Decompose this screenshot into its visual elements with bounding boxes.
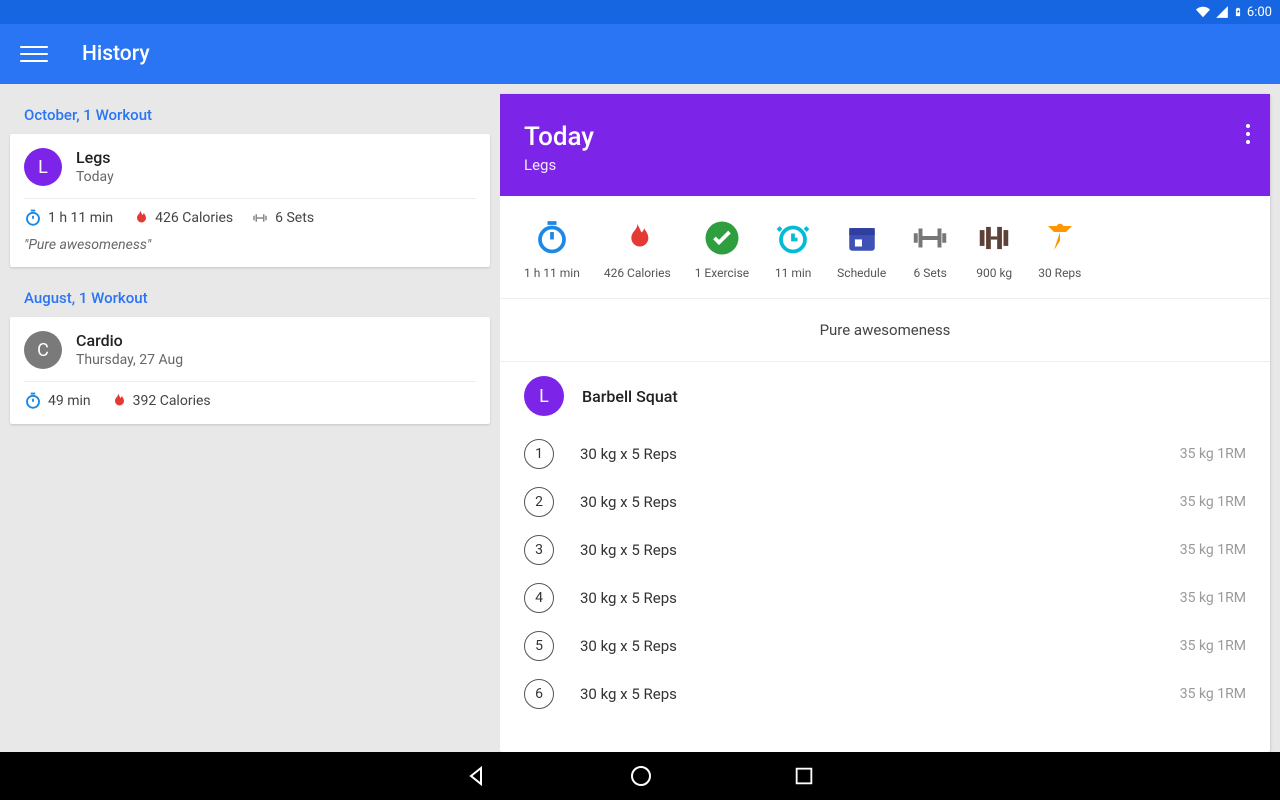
- one-rep-max: 35 kg 1RM: [1180, 494, 1246, 510]
- calendar-icon: [842, 218, 882, 258]
- exercise-name: Barbell Squat: [582, 387, 678, 406]
- back-button[interactable]: [465, 764, 489, 788]
- set-text: 30 kg x 5 Reps: [580, 637, 1180, 655]
- sets-label: 6 Sets: [275, 210, 314, 226]
- toolbar: History: [0, 24, 1280, 84]
- set-row[interactable]: 4 30 kg x 5 Reps35 kg 1RM: [524, 574, 1246, 622]
- metric-weight: 900 kg: [974, 266, 1014, 280]
- metric-calories: 426 Calories: [604, 266, 671, 280]
- fire-icon: [131, 209, 149, 227]
- metric-schedule: Schedule: [837, 266, 886, 280]
- workout-card-legs[interactable]: L Legs Today 1 h 11 min 426 Calories 6 S…: [10, 134, 490, 267]
- history-list: October, 1 Workout L Legs Today 1 h 11 m…: [0, 84, 500, 752]
- set-row[interactable]: 2 30 kg x 5 Reps35 kg 1RM: [524, 478, 1246, 526]
- fire-icon: [109, 392, 127, 410]
- person-lift-icon: [1040, 218, 1080, 258]
- barbell-icon: [974, 218, 1014, 258]
- metric-sets: 6 Sets: [910, 266, 950, 280]
- set-text: 30 kg x 5 Reps: [580, 541, 1180, 559]
- check-circle-icon: [702, 218, 742, 258]
- set-number: 2: [524, 487, 554, 517]
- calories-label: 392 Calories: [133, 393, 211, 409]
- workout-title: Legs: [76, 148, 114, 167]
- one-rep-max: 35 kg 1RM: [1180, 542, 1246, 558]
- set-text: 30 kg x 5 Reps: [580, 493, 1180, 511]
- one-rep-max: 35 kg 1RM: [1180, 686, 1246, 702]
- set-number: 1: [524, 439, 554, 469]
- home-button[interactable]: [629, 764, 653, 788]
- set-number: 5: [524, 631, 554, 661]
- divider: [24, 198, 476, 199]
- exercise-header[interactable]: L Barbell Squat: [500, 361, 1270, 430]
- fire-icon: [617, 218, 657, 258]
- set-text: 30 kg x 5 Reps: [580, 685, 1180, 703]
- duration-label: 1 h 11 min: [48, 210, 113, 226]
- dumbbell-icon: [910, 218, 950, 258]
- exercise-avatar: L: [524, 376, 564, 416]
- workout-title: Cardio: [76, 331, 183, 350]
- detail-header: Today Legs: [500, 94, 1270, 196]
- set-row[interactable]: 3 30 kg x 5 Reps35 kg 1RM: [524, 526, 1246, 574]
- one-rep-max: 35 kg 1RM: [1180, 638, 1246, 654]
- workout-subtitle: Thursday, 27 Aug: [76, 352, 183, 368]
- section-header: October, 1 Workout: [10, 94, 490, 134]
- menu-icon[interactable]: [20, 40, 48, 68]
- metric-exercises: 1 Exercise: [695, 266, 749, 280]
- status-bar: 6:00: [0, 0, 1280, 24]
- workout-subtitle: Today: [76, 169, 114, 185]
- cell-signal-icon: [1215, 5, 1229, 19]
- stopwatch-icon: [532, 218, 572, 258]
- battery-charging-icon: [1233, 4, 1243, 20]
- metric-duration: 1 h 11 min: [524, 266, 580, 280]
- one-rep-max: 35 kg 1RM: [1180, 590, 1246, 606]
- set-text: 30 kg x 5 Reps: [580, 589, 1180, 607]
- set-number: 4: [524, 583, 554, 613]
- divider: [24, 381, 476, 382]
- set-number: 3: [524, 535, 554, 565]
- workout-avatar: C: [24, 331, 62, 369]
- calories-label: 426 Calories: [155, 210, 233, 226]
- sets-list: 130 kg x 5 Reps35 kg 1RM 230 kg x 5 Reps…: [500, 430, 1270, 752]
- stopwatch-icon: [24, 209, 42, 227]
- section-header: August, 1 Workout: [10, 277, 490, 317]
- stopwatch-icon: [24, 392, 42, 410]
- page-title: History: [82, 42, 150, 66]
- set-row[interactable]: 1 30 kg x 5 Reps35 kg 1RM: [524, 430, 1246, 478]
- set-row[interactable]: 6 30 kg x 5 Reps35 kg 1RM: [524, 670, 1246, 718]
- more-options-icon[interactable]: [1246, 124, 1250, 144]
- workout-avatar: L: [24, 148, 62, 186]
- detail-title: Today: [524, 122, 1246, 152]
- workout-card-cardio[interactable]: C Cardio Thursday, 27 Aug 49 min 392 Cal…: [10, 317, 490, 424]
- recent-apps-button[interactable]: [793, 765, 815, 787]
- alarm-icon: [773, 218, 813, 258]
- set-row[interactable]: 5 30 kg x 5 Reps35 kg 1RM: [524, 622, 1246, 670]
- status-time: 6:00: [1247, 5, 1272, 20]
- set-text: 30 kg x 5 Reps: [580, 445, 1180, 463]
- dumbbell-icon: [251, 209, 269, 227]
- wifi-icon: [1195, 5, 1211, 19]
- one-rep-max: 35 kg 1RM: [1180, 446, 1246, 462]
- metric-reps: 30 Reps: [1038, 266, 1081, 280]
- workout-detail: Today Legs 1 h 11 min 426 Calories 1 Exe…: [500, 94, 1270, 752]
- android-nav-bar: [0, 752, 1280, 800]
- detail-subtitle: Legs: [524, 156, 1246, 174]
- duration-label: 49 min: [48, 393, 91, 409]
- metric-rest: 11 min: [773, 266, 813, 280]
- metrics-row: 1 h 11 min 426 Calories 1 Exercise 11 mi…: [500, 196, 1270, 299]
- workout-note: "Pure awesomeness": [24, 237, 476, 253]
- set-number: 6: [524, 679, 554, 709]
- workout-note: Pure awesomeness: [500, 299, 1270, 361]
